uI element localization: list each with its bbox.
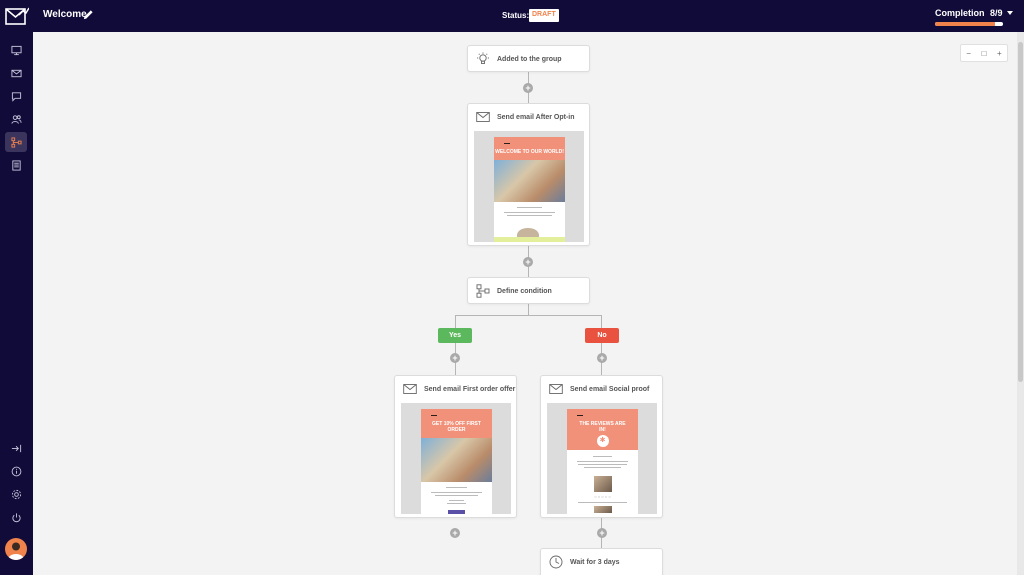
zoom-reset-button[interactable]: □ (982, 49, 987, 58)
send-email-card-yes[interactable]: Send email First order offer ▬▬ GET 10% … (394, 375, 517, 518)
condition-label: Define condition (497, 287, 552, 295)
sidebar-item-forms[interactable] (5, 155, 27, 175)
add-step-button[interactable]: + (450, 528, 460, 538)
email-preview: ▬▬ WELCOME TO OUR WORLD! (474, 131, 584, 242)
pencil-icon[interactable] (83, 9, 94, 20)
sidebar-item-messages[interactable] (5, 86, 27, 106)
completion-progress-fill (935, 22, 996, 26)
lightbulb-icon (477, 52, 489, 64)
email-header-block: ▬▬ GET 10% OFF FIRST ORDER (421, 409, 492, 438)
sidebar-item-automation[interactable] (5, 132, 27, 152)
email-body-text (567, 450, 638, 473)
email-brand-mark: ▬▬ (431, 413, 437, 417)
email-hero-image (421, 438, 492, 482)
chevron-down-icon[interactable] (1007, 11, 1013, 15)
completion-label: Completion (935, 8, 985, 18)
send-email-card-no[interactable]: Send email Social proof ▬▬ THE REVIEWS A… (540, 375, 663, 518)
document-icon (11, 159, 21, 171)
sidebar-item-campaigns[interactable] (5, 63, 27, 83)
status-badge: DRAFT (529, 9, 559, 22)
sidebar-item-dashboard[interactable] (5, 40, 27, 60)
connector-line (528, 304, 529, 315)
collapse-icon (11, 444, 21, 452)
zoom-in-button[interactable]: + (997, 49, 1002, 58)
workflow-title: Welcome (43, 9, 87, 20)
add-step-button[interactable]: + (597, 528, 607, 538)
avatar[interactable] (5, 538, 27, 560)
wait-label: Wait for 3 days (570, 558, 620, 566)
email-preview: ▬▬ GET 10% OFF FIRST ORDER (401, 403, 511, 514)
completion-progress-bar (935, 22, 1003, 26)
sidebar-collapse-button[interactable] (5, 438, 27, 458)
condition-card[interactable]: Define condition (467, 277, 590, 304)
send-email-card[interactable]: Send email After Opt-in ▬▬ WELCOME TO OU… (467, 103, 590, 246)
add-step-button[interactable]: + (523, 257, 533, 267)
connector-line (601, 315, 602, 375)
user-avatar-icon (8, 542, 24, 560)
envelope-icon (476, 112, 490, 122)
zoom-out-button[interactable]: − (966, 49, 971, 58)
sidebar (0, 32, 33, 575)
users-icon (10, 114, 22, 124)
email-review-image (593, 476, 612, 492)
email-body-text (421, 482, 492, 509)
envelope-icon (549, 384, 563, 394)
email-cta-button (448, 510, 465, 514)
chat-icon (11, 91, 21, 102)
top-bar: Welcome Status: DRAFT Completion 8/9 (0, 0, 1024, 32)
email-thumbnail: ▬▬ GET 10% OFF FIRST ORDER (421, 409, 492, 514)
scrollbar-thumb[interactable] (1018, 42, 1023, 382)
star-icon: ✱ (596, 435, 609, 447)
envelope-icon (403, 384, 417, 394)
branch-icon (476, 284, 490, 298)
email-thumbnail: ▬▬ THE REVIEWS ARE IN! ✱ ○ ○ ○ ○ ○ (567, 409, 638, 514)
add-step-button[interactable]: + (450, 353, 460, 363)
connector-line (455, 315, 602, 316)
email-brand-mark: ▬▬ (504, 141, 510, 145)
branch-no-badge[interactable]: No (585, 328, 619, 343)
email-step-label: Send email Social proof (570, 385, 650, 393)
clock-icon (549, 555, 563, 569)
email-brand-mark: ▬▬ (577, 413, 583, 417)
email-thumbnail: ▬▬ WELCOME TO OUR WORLD! (494, 137, 565, 242)
email-body-text (494, 202, 565, 221)
zoom-controls: − □ + (960, 44, 1008, 62)
email-header-block: ▬▬ THE REVIEWS ARE IN! ✱ (567, 409, 638, 450)
email-hero-image (494, 160, 565, 202)
workflow-icon (10, 136, 22, 148)
add-step-button[interactable]: + (523, 83, 533, 93)
monitor-icon (10, 45, 22, 55)
add-step-button[interactable]: + (597, 353, 607, 363)
rating-stars-icon: ○ ○ ○ ○ ○ (594, 494, 611, 499)
canvas-scrollbar[interactable] (1017, 32, 1024, 575)
email-header-block: ▬▬ WELCOME TO OUR WORLD! (494, 137, 565, 202)
email-footer-band (494, 237, 565, 242)
info-icon (11, 466, 21, 476)
email-review-image (593, 506, 612, 513)
email-headline: WELCOME TO OUR WORLD! (495, 149, 564, 155)
trigger-card[interactable]: Added to the group (467, 45, 590, 72)
app-logo-icon[interactable] (5, 6, 29, 26)
trigger-label: Added to the group (497, 55, 562, 63)
email-step-label: Send email After Opt-in (497, 113, 575, 121)
branch-yes-badge[interactable]: Yes (438, 328, 472, 343)
gear-icon (11, 489, 21, 499)
sidebar-settings-button[interactable] (5, 484, 27, 504)
email-headline: THE REVIEWS ARE IN! (579, 421, 626, 433)
completion-value: 8/9 (990, 8, 1003, 18)
connector-line (455, 315, 456, 375)
sidebar-logout-button[interactable] (5, 507, 27, 527)
email-headline: GET 10% OFF FIRST ORDER (432, 421, 481, 433)
status-label: Status: (502, 11, 530, 20)
wait-card[interactable]: Wait for 3 days (540, 548, 663, 575)
sidebar-help-button[interactable] (5, 461, 27, 481)
sidebar-item-contacts[interactable] (5, 109, 27, 129)
email-preview: ▬▬ THE REVIEWS ARE IN! ✱ ○ ○ ○ ○ ○ (547, 403, 657, 514)
email-step-label: Send email First order offer (424, 385, 516, 393)
mail-icon (10, 69, 22, 77)
power-icon (11, 512, 21, 522)
